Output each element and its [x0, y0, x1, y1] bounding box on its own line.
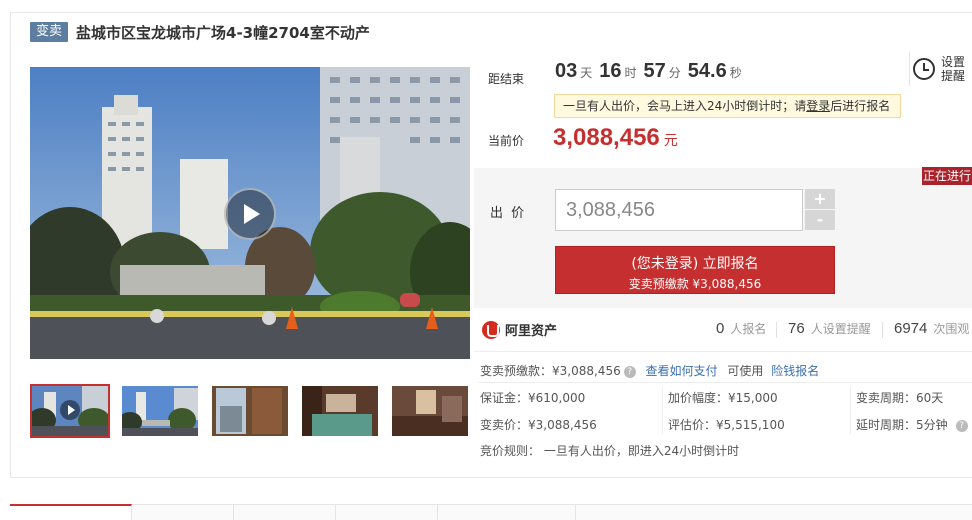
- set-reminder-label: 设置提醒: [941, 55, 966, 83]
- set-reminder-button[interactable]: 设置提醒: [913, 52, 972, 86]
- ali-assets-icon: [482, 320, 500, 339]
- increase-bid-button[interactable]: +: [805, 189, 835, 209]
- tab-4[interactable]: [336, 505, 438, 520]
- help-icon[interactable]: ?: [623, 365, 636, 378]
- countdown-timer: 03 天 16 时 57 分 54.6 秒: [555, 60, 742, 82]
- countdown-seconds: 54.6: [687, 60, 727, 82]
- sale-period: 变卖周期：60天: [856, 391, 944, 405]
- bid-label: 出 价: [490, 206, 527, 221]
- current-price-unit: 元: [663, 133, 678, 149]
- decrease-bid-button[interactable]: -: [805, 210, 835, 230]
- register-button[interactable]: (您未登录) 立即报名 变卖预缴款 ¥3,088,456: [555, 246, 835, 294]
- bidding-rules: 竞价规则： 一旦有人出价，即进入24小时倒计时: [480, 444, 740, 458]
- main-video[interactable]: [30, 67, 470, 359]
- play-button[interactable]: [224, 188, 276, 240]
- tab-active[interactable]: [10, 504, 132, 520]
- help-icon[interactable]: ?: [955, 419, 968, 432]
- alarm-clock-icon: [913, 58, 935, 80]
- countdown-days: 03: [555, 60, 578, 82]
- tab-3[interactable]: [234, 505, 336, 520]
- countdown-minutes: 57: [643, 60, 666, 82]
- current-price-value: 3,088,456: [553, 124, 660, 151]
- thumbnail-strip: [30, 384, 480, 438]
- sale-type-badge: 变卖: [30, 22, 69, 42]
- reminder-count: 76 人设置提醒: [788, 320, 871, 337]
- stats-row: 阿里资产 0 人报名 76 人设置提醒 6974 次围观: [474, 308, 972, 352]
- margin-deposit: 保证金：¥610,000: [480, 391, 586, 405]
- deposit-amount: 变卖预缴款：¥3,088,456: [480, 364, 621, 378]
- brand-logo: 阿里资产: [482, 320, 557, 339]
- current-price-label: 当前价: [488, 134, 525, 148]
- title-row: 变卖 盐城市区宝龙城市广场4-3幢2704室不动产: [30, 20, 370, 44]
- deposit-row: 变卖预缴款：¥3,088,456? 查看如何支付 可使用 险钱报名: [480, 364, 820, 378]
- bid-increment: 加价幅度：¥15,000: [668, 391, 778, 405]
- brand-name: 阿里资产: [505, 324, 558, 339]
- appraisal-price: 评估价：¥5,515,100: [668, 418, 785, 432]
- page-title: 盐城市区宝龙城市广场4-3幢2704室不动产: [76, 23, 370, 42]
- status-badge: 正在进行: [922, 167, 972, 185]
- tab-5[interactable]: [438, 505, 576, 520]
- registered-count: 0 人报名: [716, 320, 767, 337]
- insurance-register-link[interactable]: 险钱报名: [771, 364, 819, 378]
- detail-tabs: [10, 504, 972, 520]
- thumbnail-interior[interactable]: [390, 384, 470, 438]
- current-price: 3,088,456 元: [553, 124, 678, 152]
- play-icon: [60, 400, 80, 420]
- extension-period: 延时周期：5分钟?: [856, 416, 968, 433]
- thumbnail-bedroom[interactable]: [300, 384, 380, 438]
- bid-amount-input[interactable]: [555, 189, 803, 231]
- countdown-label: 距结束: [488, 72, 525, 86]
- thumbnail-video[interactable]: [30, 384, 110, 438]
- sale-price: 变卖价：¥3,088,456: [480, 418, 597, 432]
- countdown-hours: 16: [599, 60, 622, 82]
- divider: [909, 52, 910, 86]
- thumbnail-window-view[interactable]: [210, 384, 290, 438]
- register-button-deposit: 变卖预缴款 ¥3,088,456: [628, 277, 762, 291]
- tab-2[interactable]: [132, 505, 234, 520]
- countdown-notice: 一旦有人出价，会马上进入24小时倒计时；请登录后进行报名: [554, 94, 901, 118]
- register-button-label: (您未登录) 立即报名: [631, 256, 759, 272]
- thumbnail-exterior[interactable]: [120, 384, 200, 438]
- how-to-pay-link[interactable]: 查看如何支付: [646, 364, 718, 378]
- play-icon: [244, 204, 260, 224]
- view-count: 6974 次围观: [894, 320, 970, 337]
- login-link[interactable]: 登录: [806, 99, 830, 113]
